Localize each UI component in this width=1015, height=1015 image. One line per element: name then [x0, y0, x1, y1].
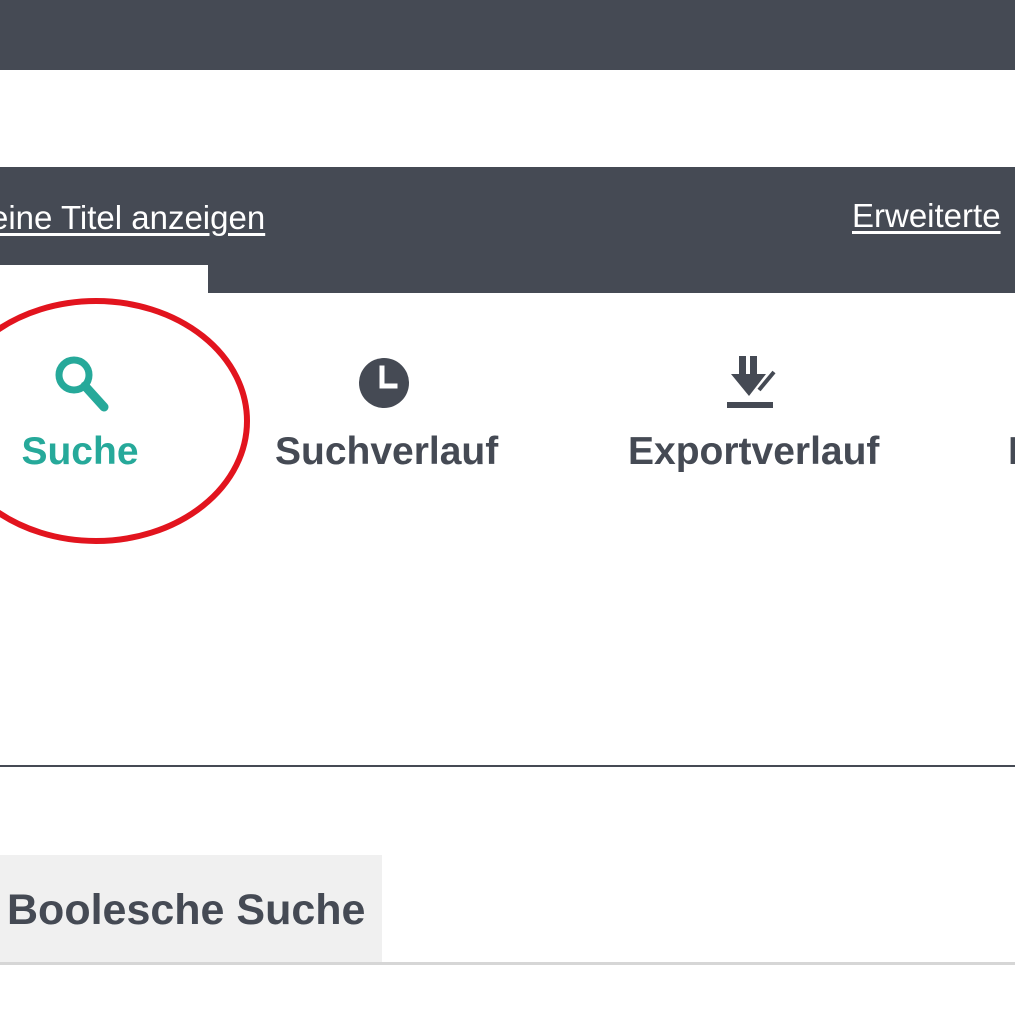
nav-item-export-history-label: Exportverlauf	[628, 430, 880, 473]
nav-item-export-history[interactable]: Exportverlauf	[628, 350, 880, 473]
download-icon	[727, 356, 776, 408]
tab-boolean-search[interactable]: Boolesche Suche	[0, 855, 382, 962]
section-divider	[0, 765, 1015, 767]
tab-strip-underline	[0, 962, 1015, 965]
page: eine Titel anzeigen Erweiterte Suche Suc…	[0, 0, 1015, 1015]
tab-boolean-search-label: Boolesche Suche	[7, 886, 366, 934]
active-search-tab-notch	[0, 265, 208, 295]
top-header-bar	[0, 0, 1015, 70]
show-titles-link[interactable]: eine Titel anzeigen	[0, 201, 265, 234]
nav-item-search-history[interactable]: Suchverlauf	[275, 350, 499, 473]
clock-icon	[359, 358, 409, 408]
nav-item-more[interactable]: I	[1008, 350, 1015, 471]
nav-item-search-history-label: Suchverlauf	[275, 430, 499, 473]
nav-item-more-label: I	[1008, 430, 1015, 473]
nav-item-search-label: Suche	[21, 430, 139, 473]
nav-item-search[interactable]: Suche	[0, 350, 160, 471]
advanced-search-link[interactable]: Erweiterte	[852, 199, 1001, 232]
search-icon	[55, 356, 109, 412]
